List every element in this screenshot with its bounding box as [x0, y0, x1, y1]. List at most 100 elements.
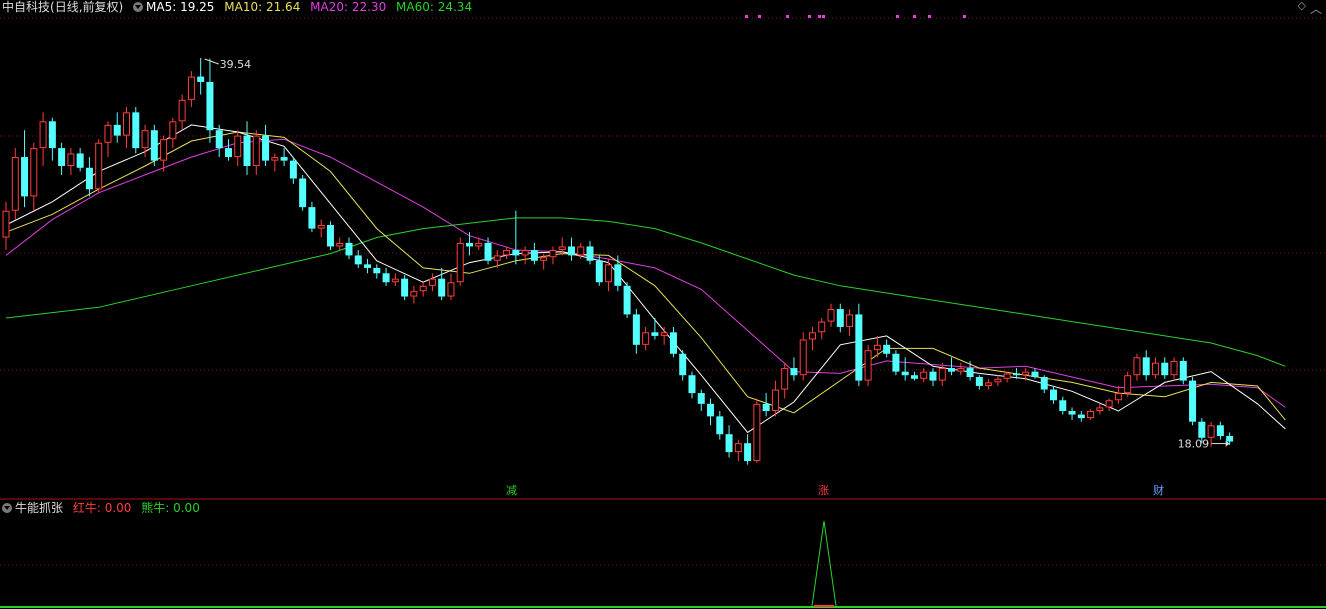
- candle: [95, 139, 103, 193]
- chevron-down-icon[interactable]: [133, 2, 144, 12]
- candle: [567, 237, 575, 261]
- diamond-icon[interactable]: ◇: [1298, 0, 1306, 12]
- candle: [781, 362, 789, 399]
- candle: [985, 378, 993, 390]
- candle: [150, 124, 158, 166]
- candle-body: [95, 142, 103, 190]
- candle: [336, 237, 344, 251]
- candle-body: [428, 278, 436, 286]
- candle-body: [169, 121, 177, 140]
- candle: [651, 318, 659, 340]
- candle-body: [605, 264, 613, 283]
- candle-body: [521, 250, 529, 256]
- candle-body: [929, 371, 937, 381]
- candle: [632, 309, 640, 354]
- candle-body: [873, 344, 881, 351]
- candle: [688, 371, 696, 399]
- candle: [169, 117, 177, 149]
- candle: [753, 398, 761, 463]
- candle: [21, 130, 29, 208]
- candle: [466, 232, 473, 256]
- candle: [1133, 353, 1141, 381]
- candle: [716, 410, 724, 440]
- candle: [938, 362, 946, 386]
- candle: [1096, 403, 1104, 415]
- candle-body: [308, 207, 316, 229]
- candle: [679, 350, 687, 381]
- candle-body: [150, 130, 158, 161]
- candle-body: [660, 332, 668, 336]
- price-chart[interactable]: 39.54 18.09: [0, 0, 1326, 609]
- candle: [1050, 385, 1058, 404]
- candle-body: [688, 375, 696, 394]
- candle: [373, 264, 381, 279]
- candle-body: [558, 246, 566, 251]
- candle-body: [30, 148, 38, 197]
- candle-body: [271, 157, 279, 161]
- candle-body: [753, 403, 761, 462]
- candle-body: [132, 112, 140, 149]
- candle-body: [744, 443, 752, 462]
- candle: [697, 389, 705, 411]
- candle-body: [354, 255, 362, 265]
- candle-body: [493, 255, 501, 261]
- stock-name[interactable]: 中自科技: [2, 0, 50, 14]
- candle: [289, 157, 297, 184]
- candle: [1040, 375, 1048, 394]
- indicator-spike: [811, 520, 837, 607]
- candle: [1124, 371, 1132, 397]
- candle-body: [808, 332, 816, 340]
- candle-body: [67, 153, 75, 166]
- candle-body: [11, 157, 19, 211]
- candle: [1105, 398, 1113, 411]
- candle-body: [447, 282, 455, 297]
- low-price-label: 18.09: [1178, 438, 1210, 451]
- candle-body: [827, 309, 835, 322]
- candle-body: [595, 260, 603, 283]
- candle: [1179, 357, 1187, 385]
- ma10-label: MA10: 21.64: [224, 0, 301, 14]
- ma20-label: MA20: 22.30: [310, 0, 387, 14]
- candlestick-layer: 39.54 18.09: [2, 58, 1234, 465]
- chevron-up-icon[interactable]: ︿: [1310, 0, 1322, 17]
- candle-body: [1068, 410, 1076, 415]
- candle-body: [586, 246, 594, 261]
- candle-body: [484, 242, 492, 261]
- candle-body: [39, 121, 47, 149]
- candle: [808, 326, 816, 351]
- candle-body: [799, 339, 807, 376]
- candle-body: [85, 167, 93, 190]
- candle-body: [178, 99, 186, 122]
- candle-body: [669, 332, 677, 354]
- candle: [262, 124, 270, 166]
- candle: [669, 326, 677, 358]
- candle-body: [475, 242, 483, 247]
- candle: [326, 221, 334, 251]
- candle-body: [76, 153, 84, 168]
- high-pointer: [204, 58, 219, 65]
- candle-body: [21, 157, 29, 197]
- candle-body: [1133, 357, 1141, 376]
- candle: [957, 362, 965, 376]
- candle-body: [846, 314, 854, 327]
- candle: [113, 112, 121, 143]
- candle: [892, 350, 900, 376]
- candle: [419, 282, 427, 297]
- candle-body: [1216, 425, 1224, 437]
- candle: [187, 71, 195, 107]
- candle-body: [160, 139, 168, 161]
- signal-dot: [758, 15, 761, 18]
- candle: [428, 273, 436, 292]
- ma60-label: MA60: 24.34: [396, 0, 473, 14]
- candle: [30, 142, 38, 211]
- candle-body: [113, 124, 121, 136]
- grid-layer: [0, 15, 1326, 608]
- candle: [447, 273, 455, 301]
- chevron-down-icon[interactable]: [2, 503, 12, 513]
- ma5-label: MA5: 19.25: [146, 0, 215, 14]
- candle: [48, 117, 56, 161]
- marker-rise: 涨: [818, 484, 829, 497]
- candle-body: [957, 368, 965, 372]
- candle-body: [679, 353, 687, 376]
- signal-dot: [928, 15, 931, 18]
